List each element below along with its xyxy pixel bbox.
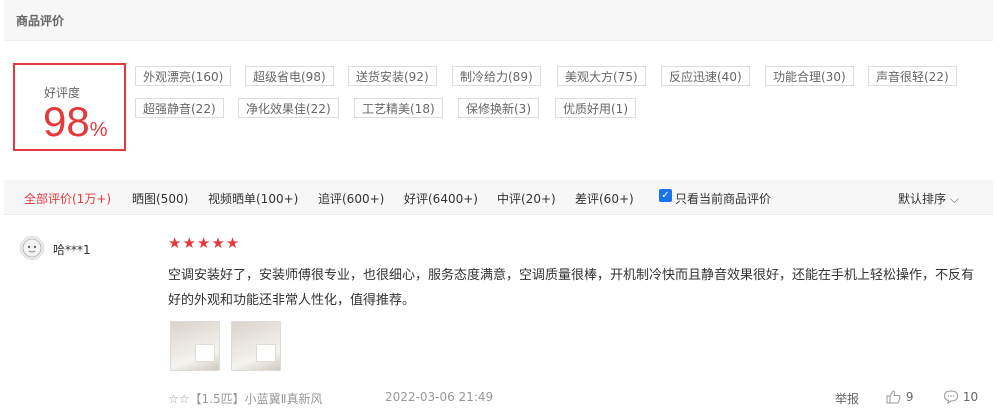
avatar — [20, 236, 44, 260]
comment-icon — [943, 390, 959, 405]
review-tag[interactable]: 工艺精美(18) — [354, 98, 443, 118]
only-current-label[interactable]: 只看当前商品评价 — [675, 190, 771, 207]
comment-button[interactable]: 10 — [943, 390, 979, 405]
review-tag[interactable]: 净化效果佳(22) — [238, 98, 339, 118]
chevron-down-icon: ⌵ — [946, 192, 959, 206]
comment-count: 10 — [962, 390, 979, 404]
review-tag[interactable]: 外观漂亮(160) — [135, 66, 232, 86]
thumbs-up-icon — [886, 390, 901, 404]
filter-neutral[interactable]: 中评(20+) — [497, 190, 556, 207]
review-date: 2022-03-06 21:49 — [385, 390, 494, 404]
review-username: 哈***1 — [53, 243, 91, 257]
section-title: 商品评价 — [16, 14, 65, 28]
filter-all[interactable]: 全部评价(1万+) — [24, 190, 111, 207]
review-tag[interactable]: 超级省电(98) — [245, 66, 334, 86]
rating-box: 好评度 98% — [13, 63, 126, 151]
like-count: 9 — [905, 390, 914, 404]
review-photo-thumbnail[interactable] — [170, 321, 220, 371]
like-button[interactable]: 9 — [886, 390, 913, 404]
rating-value: 98% — [43, 98, 108, 146]
filter-negative[interactable]: 差评(60+) — [575, 190, 634, 207]
review-tag[interactable]: 送货安装(92) — [348, 66, 437, 86]
review-content: 空调安装好了，安装师傅很专业，也很细心，服务态度满意，空调质量很棒，开机制冷快而… — [168, 268, 975, 308]
review-tag[interactable]: 超强静音(22) — [135, 98, 224, 118]
avatar-face-icon — [22, 238, 42, 258]
filter-photos[interactable]: 晒图(500) — [132, 190, 188, 207]
filter-videos[interactable]: 视频晒单(100+) — [208, 190, 298, 207]
only-current-checkbox[interactable]: ✓ — [659, 189, 672, 202]
review-tag[interactable]: 功能合理(30) — [765, 66, 854, 86]
report-link[interactable]: 举报 — [835, 390, 859, 407]
review-tag[interactable]: 保修换新(3) — [458, 98, 539, 118]
review-tag[interactable]: 美观大方(75) — [557, 66, 646, 86]
rating-unit: % — [89, 119, 108, 141]
review-tag[interactable]: 声音很轻(22) — [868, 66, 957, 86]
review-photo-thumbnail[interactable] — [231, 321, 281, 371]
review-tag[interactable]: 优质好用(1) — [555, 98, 636, 118]
sort-dropdown[interactable]: 默认排序 ⌵ — [898, 190, 959, 207]
section-header: 商品评价 — [4, 0, 993, 41]
review-tag[interactable]: 制冷给力(89) — [452, 66, 541, 86]
filter-followup[interactable]: 追评(600+) — [318, 190, 384, 207]
product-variant: ☆☆【1.5匹】小蓝翼Ⅱ真新风 — [168, 392, 323, 406]
review-tag[interactable]: 反应迅速(40) — [661, 66, 750, 86]
sort-label: 默认排序 — [898, 192, 947, 206]
star-rating: ★★★★★ — [168, 234, 241, 252]
filter-positive[interactable]: 好评(6400+) — [404, 190, 478, 207]
filter-bar: 全部评价(1万+) 晒图(500) 视频晒单(100+) 追评(600+) 好评… — [4, 180, 993, 215]
rating-number: 98 — [43, 98, 90, 145]
